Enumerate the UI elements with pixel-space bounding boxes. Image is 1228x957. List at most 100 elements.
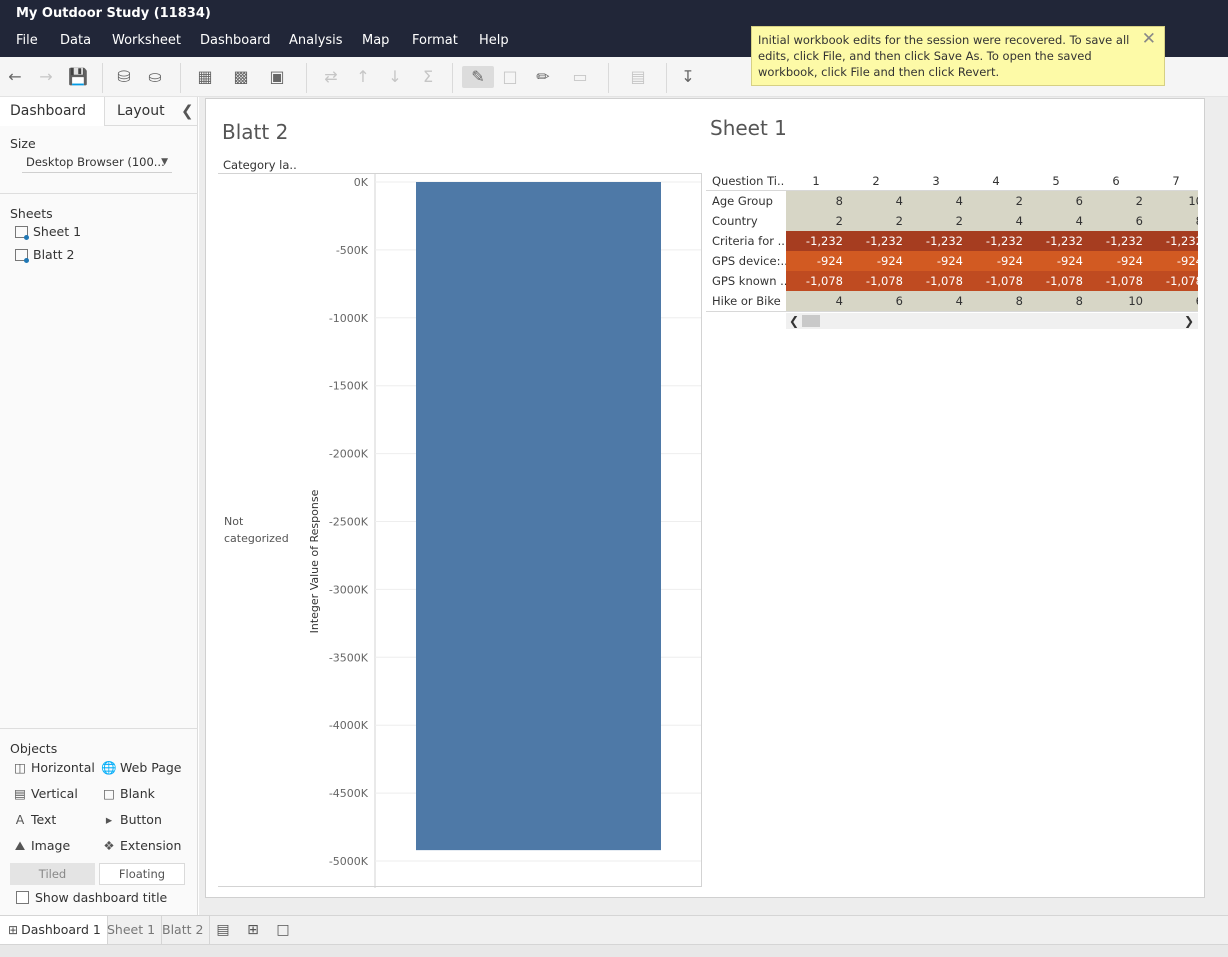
- swap-icon[interactable]: ⇄: [318, 66, 344, 88]
- save-icon[interactable]: 💾: [65, 66, 91, 88]
- table-cell: -1,232: [966, 231, 1026, 251]
- table-cell: -1,232: [1086, 231, 1146, 251]
- table-bottom-divider: [706, 311, 1198, 312]
- size-heading: Size: [10, 136, 36, 151]
- table-cell: -924: [966, 251, 1026, 271]
- dashboard-area: Blatt 2 Category la.. 0K -500K -1000K -1500…: [205, 98, 1205, 898]
- pause-updates-icon[interactable]: ⛀: [142, 66, 168, 88]
- y-tick-label: -500K: [336, 244, 369, 257]
- y-tick-label: -2500K: [329, 516, 369, 529]
- button-icon: ▸: [105, 812, 113, 827]
- floating-toggle[interactable]: Floating: [99, 863, 185, 885]
- blank-icon: □: [103, 786, 115, 801]
- menu-map[interactable]: Map: [362, 33, 389, 48]
- object-vertical[interactable]: ▤ Vertical: [12, 786, 78, 801]
- format-workbook-icon[interactable]: ✏: [530, 66, 556, 88]
- menu-file[interactable]: File: [16, 33, 38, 48]
- table-row-label: Age Group: [712, 194, 773, 208]
- sheets-heading: Sheets: [10, 206, 53, 221]
- column-header: 5: [1052, 174, 1060, 188]
- globe-icon: 🌐: [101, 760, 117, 775]
- bar-chart-svg: 0K -500K -1000K -1500K -2000K -2500K -3000K -35…: [224, 174, 701, 888]
- totals-icon[interactable]: Σ: [415, 66, 441, 88]
- window-title: My Outdoor Study (11834): [0, 0, 1228, 27]
- new-worksheet-icon[interactable]: ▦: [192, 66, 218, 88]
- highlight-icon[interactable]: ✎: [462, 66, 494, 88]
- object-text[interactable]: A Text: [12, 812, 57, 827]
- tiled-toggle[interactable]: Tiled: [10, 863, 95, 885]
- side-panel-tabs: Dashboard Layout ❮: [0, 97, 198, 126]
- show-me-icon[interactable]: ▤: [621, 66, 655, 88]
- forward-icon[interactable]: →: [33, 66, 59, 88]
- puzzle-icon: ❖: [103, 838, 115, 853]
- menu-dashboard[interactable]: Dashboard: [200, 33, 271, 48]
- scroll-right-icon[interactable]: ❯: [1184, 313, 1194, 329]
- new-story-icon[interactable]: □: [272, 920, 294, 940]
- show-dashboard-title-checkbox[interactable]: Show dashboard title: [16, 889, 167, 905]
- bar-0: [416, 182, 661, 851]
- table-cell: 4: [846, 191, 906, 211]
- table-cell: 4: [906, 291, 966, 311]
- table-cell: 4: [906, 191, 966, 211]
- objects-heading: Objects: [10, 741, 58, 756]
- sheet-item-sheet-1[interactable]: Sheet 1: [15, 224, 81, 240]
- menu-data[interactable]: Data: [60, 33, 91, 48]
- y-axis-title: Integer Value of Response: [308, 489, 321, 633]
- table-cell: -1,078: [786, 271, 846, 291]
- sheet-1-table: Question Ti..1234567Age Group84426210Cou…: [706, 171, 1198, 329]
- download-icon[interactable]: ↧: [675, 66, 701, 88]
- menu-help[interactable]: Help: [479, 33, 509, 48]
- chevron-left-icon[interactable]: ❮: [181, 102, 194, 120]
- sheet-tab-bar: ⊞ Dashboard 1 Sheet 1 Blatt 2 ▤ ⊞ □: [0, 915, 1228, 944]
- table-cell: 8: [786, 191, 846, 211]
- object-horizontal[interactable]: ◫ Horizontal: [12, 760, 95, 775]
- scroll-left-icon[interactable]: ❮: [789, 313, 799, 329]
- sort-descending-icon[interactable]: ↓: [382, 66, 408, 88]
- object-extension[interactable]: ❖ Extension: [101, 838, 181, 853]
- fit-icon[interactable]: ▭: [564, 66, 596, 88]
- new-worksheet-icon[interactable]: ▤: [212, 920, 234, 940]
- clear-sheet-icon[interactable]: ▣: [264, 66, 290, 88]
- vertical-container-icon: ▤: [14, 786, 26, 801]
- duplicate-sheet-icon[interactable]: ▩: [228, 66, 254, 88]
- y-tick-label: -5000K: [329, 855, 369, 868]
- table-row-label: Country: [712, 214, 758, 228]
- dashboard-canvas: Blatt 2 Category la.. 0K -500K -1000K -1500…: [199, 97, 1228, 915]
- tab-layout[interactable]: Layout: [106, 97, 176, 126]
- back-icon[interactable]: ←: [2, 66, 28, 88]
- table-cell: 2: [786, 211, 846, 231]
- object-image[interactable]: ⛰ Image: [12, 838, 70, 854]
- tab-dashboard[interactable]: Dashboard: [0, 97, 105, 126]
- y-tick-label: -2000K: [329, 448, 369, 461]
- menu-format[interactable]: Format: [412, 33, 458, 48]
- tab-blatt-2[interactable]: Blatt 2: [156, 916, 211, 944]
- scroll-thumb[interactable]: [802, 315, 820, 327]
- new-dashboard-icon[interactable]: ⊞: [242, 920, 264, 940]
- tab-sheet-1[interactable]: Sheet 1: [101, 916, 163, 944]
- labels-icon[interactable]: □: [497, 66, 523, 88]
- table-cell: -1,232: [846, 231, 906, 251]
- dashboard-icon: ⊞: [8, 923, 19, 937]
- tab-dashboard-1[interactable]: ⊞ Dashboard 1: [0, 916, 108, 944]
- object-blank[interactable]: □ Blank: [101, 786, 155, 801]
- table-cell: -1,078: [966, 271, 1026, 291]
- table-cell: -1,078: [906, 271, 966, 291]
- object-web-page[interactable]: 🌐 Web Page: [101, 760, 181, 776]
- y-tick-label: 0K: [354, 176, 369, 189]
- table-cell: -924: [1086, 251, 1146, 271]
- sheet-item-blatt-2[interactable]: Blatt 2: [15, 247, 74, 263]
- close-icon[interactable]: ✕: [1142, 31, 1156, 48]
- table-horizontal-scrollbar[interactable]: ❮ ❯: [786, 313, 1198, 329]
- menu-worksheet[interactable]: Worksheet: [112, 33, 181, 48]
- category-column-header[interactable]: Category la..: [223, 158, 297, 172]
- size-value: Desktop Browser (100...: [26, 155, 165, 169]
- sort-ascending-icon[interactable]: ↑: [350, 66, 376, 88]
- object-button[interactable]: ▸ Button: [101, 812, 162, 827]
- new-data-source-icon[interactable]: ⛁: [111, 66, 137, 88]
- size-dropdown[interactable]: Desktop Browser (100... ▼: [22, 153, 172, 173]
- notification-text: Initial workbook edits for the session w…: [758, 33, 1130, 79]
- table-cell: -1,232: [1026, 231, 1086, 251]
- worksheet-icon: [15, 249, 29, 263]
- menu-analysis[interactable]: Analysis: [289, 33, 343, 48]
- recovery-notification: Initial workbook edits for the session w…: [751, 26, 1165, 86]
